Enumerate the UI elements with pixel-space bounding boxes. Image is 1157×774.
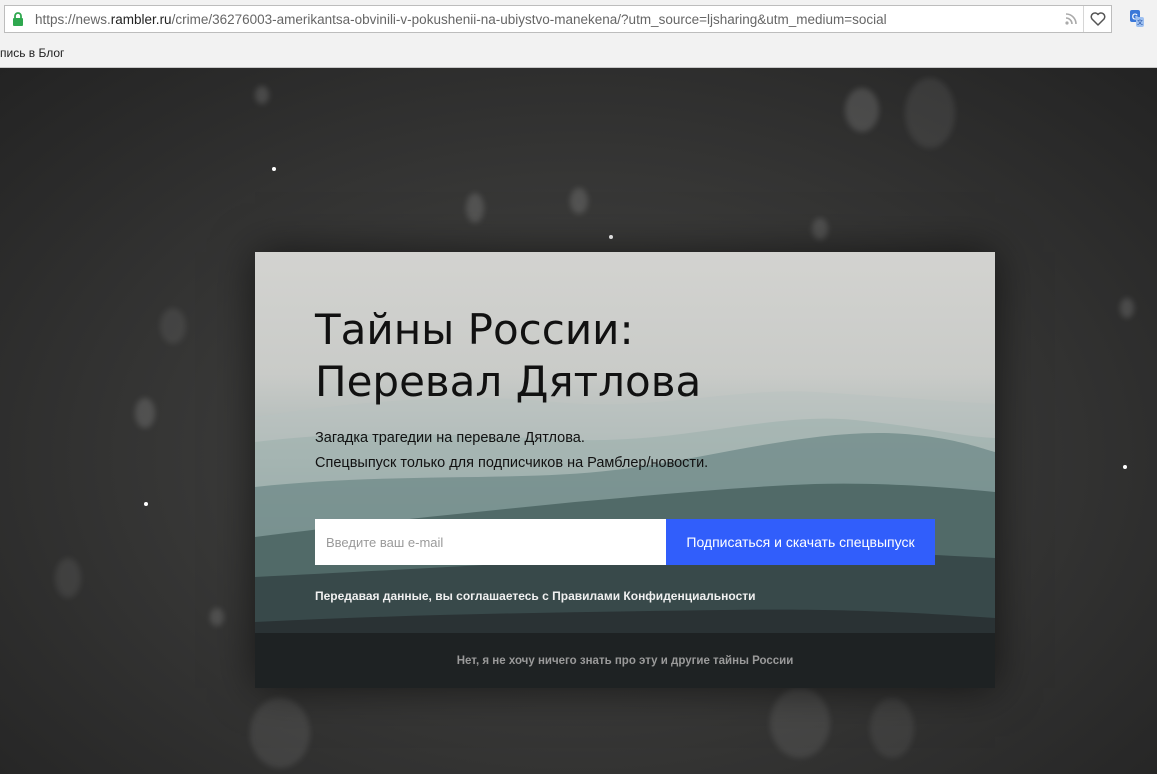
subscription-modal: Тайны России: Перевал Дятлова Загадка тр… bbox=[255, 252, 995, 688]
email-field[interactable] bbox=[315, 519, 666, 565]
privacy-notice: Передавая данные, вы соглашаетесь с Прав… bbox=[315, 589, 756, 603]
heart-icon[interactable] bbox=[1083, 6, 1111, 32]
subscribe-form: Подписаться и скачать спецвыпуск bbox=[315, 519, 935, 565]
modal-footer: Нет, я не хочу ничего знать про эту и др… bbox=[255, 633, 995, 688]
snowflake-blur bbox=[570, 188, 588, 214]
snowflake-blur bbox=[466, 193, 484, 223]
snowflake-blur bbox=[55, 558, 81, 598]
rss-icon[interactable] bbox=[1059, 6, 1083, 32]
modal-title: Тайны России: Перевал Дятлова bbox=[315, 304, 875, 408]
snowflake-blur bbox=[210, 608, 224, 626]
snowflake-blur bbox=[250, 698, 310, 768]
description-line1: Загадка трагедии на перевале Дятлова. bbox=[315, 430, 585, 446]
snowflake-blur bbox=[812, 218, 828, 240]
bookmark-item[interactable]: пись в Блог bbox=[0, 46, 64, 60]
privacy-policy-link[interactable]: Правилами Конфиденциальности bbox=[552, 589, 755, 603]
privacy-notice-text: Передавая данные, вы соглашаетесь с bbox=[315, 589, 553, 603]
modal-description: Загадка трагедии на перевале Дятлова. Сп… bbox=[315, 426, 708, 476]
lock-icon bbox=[5, 6, 31, 32]
url-host: rambler.ru bbox=[110, 11, 172, 27]
modal-title-line2: Перевал Дятлова bbox=[315, 357, 702, 406]
subscribe-button[interactable]: Подписаться и скачать спецвыпуск bbox=[666, 519, 935, 565]
description-line2: Спецвыпуск только для подписчиков на Рам… bbox=[315, 455, 709, 471]
snow-dot bbox=[144, 502, 148, 506]
modal-title-line1: Тайны России: bbox=[315, 305, 634, 354]
decline-link[interactable]: Нет, я не хочу ничего знать про эту и др… bbox=[457, 655, 794, 667]
snowflake-blur bbox=[255, 86, 269, 104]
url-text[interactable]: https://news.rambler.ru/crime/36276003-a… bbox=[31, 12, 1059, 27]
snowflake-blur bbox=[905, 78, 955, 148]
snow-dot bbox=[1123, 465, 1127, 469]
url-prefix: https://news. bbox=[35, 11, 111, 27]
snow-dot bbox=[272, 167, 276, 171]
browser-chrome: https://news.rambler.ru/crime/36276003-a… bbox=[0, 0, 1157, 68]
snowflake-blur bbox=[870, 698, 914, 758]
snowflake-blur bbox=[1120, 298, 1134, 318]
extension-icon[interactable]: G文 bbox=[1126, 8, 1148, 30]
snowflake-blur bbox=[135, 398, 155, 428]
address-bar[interactable]: https://news.rambler.ru/crime/36276003-a… bbox=[4, 5, 1112, 33]
snowflake-blur bbox=[845, 88, 879, 132]
snow-dot bbox=[609, 235, 613, 239]
url-path: /crime/36276003-amerikantsa-obvinili-v-p… bbox=[171, 11, 887, 27]
snowflake-blur bbox=[160, 308, 186, 344]
svg-text:文: 文 bbox=[1137, 19, 1143, 27]
snowflake-blur bbox=[770, 688, 830, 758]
